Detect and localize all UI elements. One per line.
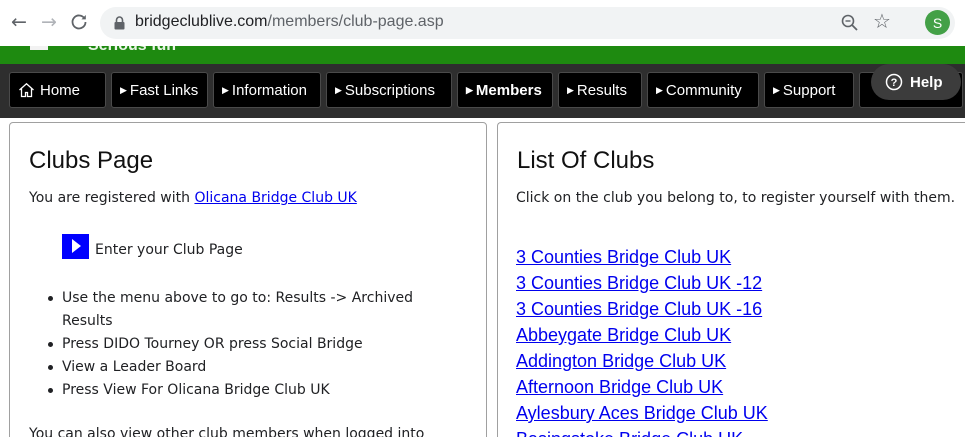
- reload-icon[interactable]: [67, 10, 91, 34]
- svg-text:?: ?: [891, 77, 898, 89]
- url-path: /members/club-page.asp: [267, 13, 444, 30]
- panel-title: List Of Clubs: [517, 147, 655, 174]
- caret-right-icon: ▶: [656, 84, 663, 95]
- nav-fast-links-label: Fast Links: [129, 81, 199, 99]
- club-link[interactable]: Basingstoke Bridge Club UK: [516, 429, 743, 437]
- nav-results-label: Results: [576, 81, 627, 99]
- list-item: View a Leader Board: [48, 356, 462, 379]
- list-item: Press View For Olicana Bridge Club UK: [48, 379, 462, 402]
- profile-avatar[interactable]: S: [925, 10, 950, 35]
- club-link[interactable]: 3 Counties Bridge Club UK: [516, 247, 731, 267]
- registered-prefix: You are registered with: [29, 190, 195, 206]
- logo-mark: [30, 46, 48, 50]
- lock-icon: [114, 16, 125, 30]
- nav-community-label: Community: [665, 81, 742, 99]
- nav-members[interactable]: ▶ Members: [457, 72, 553, 108]
- nav-results[interactable]: ▶ Results: [558, 72, 642, 108]
- browser-toolbar: ← → bridgeclublive.com/members/club-page…: [0, 0, 965, 46]
- help-label: Help: [910, 73, 943, 91]
- club-link[interactable]: Afternoon Bridge Club UK: [516, 377, 723, 397]
- registered-club-link[interactable]: Olicana Bridge Club UK: [194, 190, 356, 206]
- nav-members-label: Members: [475, 81, 542, 99]
- registered-text: You are registered with Olicana Bridge C…: [29, 185, 357, 211]
- clubs-page-panel: Clubs Page You are registered with Olica…: [9, 122, 487, 437]
- nav-fast-links[interactable]: ▶ Fast Links: [111, 72, 208, 108]
- bottom-text: You can also view other club members whe…: [29, 426, 425, 437]
- play-icon: [62, 234, 89, 259]
- nav-information[interactable]: ▶ Information: [213, 72, 321, 108]
- site-header: Serious fun: [0, 46, 965, 64]
- list-item: Use the menu above to go to: Results -> …: [48, 287, 462, 333]
- back-arrow-icon[interactable]: ←: [7, 10, 31, 34]
- help-button[interactable]: ? Help: [871, 64, 961, 100]
- bookmark-star-icon[interactable]: ☆: [873, 9, 891, 33]
- nav-subscriptions-label: Subscriptions: [344, 81, 435, 99]
- nav-home[interactable]: Home: [9, 72, 106, 108]
- nav-subscriptions[interactable]: ▶ Subscriptions: [326, 72, 452, 108]
- nav-home-label: Home: [40, 81, 81, 99]
- enter-club-page-button[interactable]: Enter your Club Page: [62, 234, 243, 259]
- nav-community[interactable]: ▶ Community: [647, 72, 759, 108]
- nav-information-label: Information: [231, 81, 307, 99]
- nav-support[interactable]: ▶ Support: [764, 72, 854, 108]
- club-link[interactable]: Addington Bridge Club UK: [516, 351, 726, 371]
- forward-arrow-icon[interactable]: →: [37, 10, 61, 34]
- club-link[interactable]: Aylesbury Aces Bridge Club UK: [516, 403, 768, 423]
- url-domain: bridgeclublive.com: [135, 13, 268, 30]
- club-link[interactable]: 3 Counties Bridge Club UK -16: [516, 299, 762, 319]
- club-list: 3 Counties Bridge Club UK 3 Counties Bri…: [516, 244, 768, 437]
- home-icon: [19, 82, 34, 98]
- site-nav: Home ▶ Fast Links ▶ Information ▶ Subscript…: [0, 64, 965, 118]
- panel-title: Clubs Page: [29, 147, 154, 174]
- nav-support-label: Support: [782, 81, 836, 99]
- zoom-icon[interactable]: [840, 13, 860, 33]
- caret-right-icon: ▶: [773, 84, 780, 95]
- caret-right-icon: ▶: [567, 84, 574, 95]
- instructions-list: Use the menu above to go to: Results -> …: [48, 287, 462, 402]
- site-tagline: Serious fun: [88, 46, 176, 55]
- club-link[interactable]: Abbeygate Bridge Club UK: [516, 325, 731, 345]
- club-link[interactable]: 3 Counties Bridge Club UK -12: [516, 273, 762, 293]
- caret-right-icon: ▶: [335, 84, 342, 95]
- caret-right-icon: ▶: [120, 84, 127, 95]
- caret-right-icon: ▶: [466, 84, 473, 95]
- url-text: bridgeclublive.com/members/club-page.asp: [135, 13, 444, 31]
- help-circle-icon: ?: [885, 73, 903, 91]
- intro-text: Click on the club you belong to, to regi…: [516, 190, 956, 206]
- list-of-clubs-panel: List Of Clubs Click on the club you belo…: [497, 122, 965, 437]
- address-bar[interactable]: bridgeclublive.com/members/club-page.asp…: [100, 7, 955, 39]
- list-item: Press DIDO Tourney OR press Social Bridg…: [48, 333, 462, 356]
- caret-right-icon: ▶: [222, 84, 229, 95]
- enter-club-page-label: Enter your Club Page: [95, 242, 243, 258]
